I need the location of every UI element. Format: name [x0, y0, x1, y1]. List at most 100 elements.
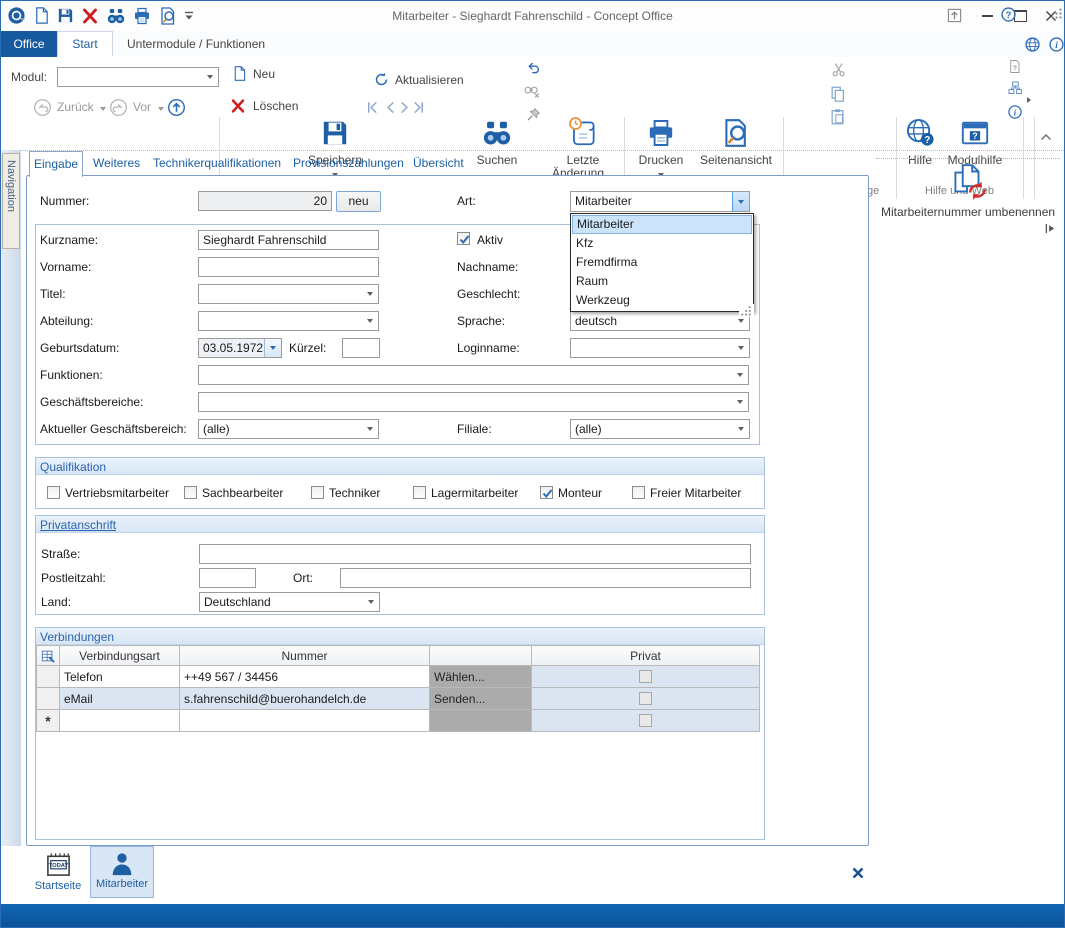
- dial-button[interactable]: Wählen...: [430, 666, 532, 688]
- delete-record-label[interactable]: Löschen: [253, 99, 298, 113]
- previous-record-icon[interactable]: [383, 100, 398, 115]
- postleitzahl-input[interactable]: [199, 568, 256, 588]
- filiale-dropdown[interactable]: (alle): [570, 419, 750, 439]
- sachbearbeiter-checkbox[interactable]: [184, 486, 197, 499]
- nummer-input[interactable]: 20: [198, 191, 332, 211]
- col-verbindungsart[interactable]: Verbindungsart: [60, 646, 180, 666]
- last-record-icon[interactable]: [411, 100, 426, 115]
- art-option[interactable]: Raum: [572, 272, 752, 291]
- form-tab-technikerqualifikationen[interactable]: Technikerqualifikationen: [149, 152, 285, 174]
- tab-untermodule[interactable]: Untermodule / Funktionen: [119, 31, 273, 57]
- copy-icon[interactable]: [829, 85, 847, 103]
- geschaeftsbereiche-dropdown[interactable]: [198, 392, 749, 412]
- taskbar-item-mitarbeiter[interactable]: Mitarbeiter: [90, 846, 154, 898]
- modul-dropdown[interactable]: [57, 67, 219, 87]
- next-record-icon[interactable]: [397, 100, 412, 115]
- doc-help-icon[interactable]: [1007, 59, 1022, 74]
- navigation-tab[interactable]: Navigation: [2, 153, 20, 249]
- expand-right-icon[interactable]: [1027, 97, 1031, 103]
- collapse-ribbon-icon[interactable]: [1040, 133, 1052, 141]
- taskbar-item-startseite[interactable]: Startseite: [29, 848, 87, 897]
- freier-mitarbeiter-checkbox[interactable]: [632, 486, 645, 499]
- statusbar-resize-grip-icon[interactable]: [1051, 7, 1063, 19]
- row-selector[interactable]: [37, 666, 60, 688]
- monteur-checkbox[interactable]: [540, 486, 553, 499]
- form-tab-eingabe[interactable]: Eingabe: [29, 151, 83, 177]
- paste-icon[interactable]: [829, 108, 847, 126]
- funktionen-dropdown[interactable]: [198, 365, 749, 385]
- cell-verbindungsart[interactable]: eMail: [60, 688, 180, 710]
- close-document-icon[interactable]: [852, 867, 864, 879]
- cell-nummer[interactable]: [180, 710, 430, 732]
- geburtsdatum-dropdown-icon[interactable]: [264, 339, 281, 357]
- table-new-row[interactable]: *: [37, 710, 760, 732]
- ribbon-info-icon[interactable]: [1007, 104, 1023, 120]
- cell-nummer[interactable]: s.fahrenschild@buerohandelch.de: [180, 688, 430, 710]
- first-record-icon[interactable]: [365, 100, 380, 115]
- art-option[interactable]: Werkzeug: [572, 291, 752, 310]
- tab-start[interactable]: Start: [57, 31, 113, 56]
- web-globe-icon[interactable]: [1024, 36, 1041, 53]
- forward-label[interactable]: Vor: [133, 100, 151, 114]
- new-record-label[interactable]: Neu: [253, 67, 275, 81]
- cell-nummer[interactable]: ++49 567 / 34456: [180, 666, 430, 688]
- col-nummer[interactable]: Nummer: [180, 646, 430, 666]
- back-icon[interactable]: [33, 98, 52, 117]
- privat-checkbox[interactable]: [639, 714, 652, 727]
- form-tab-weiteres[interactable]: Weiteres: [89, 152, 144, 174]
- form-tab-provisionszahlungen[interactable]: Provisionszahlungen: [289, 152, 408, 174]
- minimize-icon[interactable]: [973, 5, 1001, 26]
- popout-window-icon[interactable]: [942, 5, 966, 26]
- art-option[interactable]: Kfz: [572, 234, 752, 253]
- up-icon[interactable]: [167, 98, 186, 117]
- delete-record-icon[interactable]: [229, 97, 247, 115]
- submodule-icon[interactable]: [1007, 80, 1023, 96]
- table-row[interactable]: Telefon ++49 567 / 34456 Wählen...: [37, 666, 760, 688]
- form-tab-uebersicht[interactable]: Übersicht: [409, 152, 468, 174]
- back-dropdown-icon[interactable]: [100, 107, 106, 111]
- rename-employee-number-button[interactable]: Mitarbeiternummer umbenennen: [877, 161, 1059, 219]
- table-row[interactable]: eMail s.fahrenschild@buerohandelch.de Se…: [37, 688, 760, 710]
- col-action[interactable]: [430, 646, 532, 666]
- refresh-label[interactable]: Aktualisieren: [395, 73, 464, 87]
- privat-checkbox[interactable]: [639, 692, 652, 705]
- neu-button[interactable]: neu: [336, 191, 381, 212]
- list-resize-grip-icon[interactable]: [739, 304, 754, 317]
- cell-verbindungsart[interactable]: [60, 710, 180, 732]
- lagermitarbeiter-checkbox[interactable]: [413, 486, 426, 499]
- send-button[interactable]: Senden...: [430, 688, 532, 710]
- new-record-icon[interactable]: [231, 65, 248, 82]
- land-dropdown[interactable]: Deutschland: [199, 592, 380, 612]
- privatanschrift-link[interactable]: Privatanschrift: [40, 518, 116, 532]
- art-dropdown-button-icon[interactable]: [732, 192, 749, 211]
- undo-icon[interactable]: [525, 59, 542, 76]
- kurzname-input[interactable]: Sieghardt Fahrenschild: [198, 230, 379, 250]
- art-combobox[interactable]: Mitarbeiter: [570, 191, 750, 212]
- clear-search-icon[interactable]: [523, 82, 541, 100]
- privat-checkbox[interactable]: [639, 670, 652, 683]
- art-option[interactable]: Mitarbeiter: [572, 215, 752, 234]
- aktueller-geschaeftsbereich-dropdown[interactable]: (alle): [198, 419, 379, 439]
- help-circle-icon[interactable]: [1000, 6, 1017, 23]
- vertriebsmitarbeiter-checkbox[interactable]: [47, 486, 60, 499]
- art-option[interactable]: Fremdfirma: [572, 253, 752, 272]
- loginname-dropdown[interactable]: [570, 338, 750, 358]
- cut-icon[interactable]: [831, 61, 848, 78]
- vorname-input[interactable]: [198, 257, 379, 277]
- panel-expand-icon[interactable]: [1044, 223, 1057, 234]
- cell-verbindungsart[interactable]: Telefon: [60, 666, 180, 688]
- tab-office[interactable]: Office: [1, 31, 57, 57]
- ort-input[interactable]: [340, 568, 751, 588]
- techniker-checkbox[interactable]: [311, 486, 324, 499]
- kuerzel-input[interactable]: [342, 338, 380, 358]
- back-label[interactable]: Zurück: [57, 100, 94, 114]
- row-selector-header[interactable]: [37, 646, 60, 666]
- forward-icon[interactable]: [109, 98, 128, 117]
- aktiv-checkbox[interactable]: [457, 232, 470, 245]
- strasse-input[interactable]: [199, 544, 751, 564]
- titel-dropdown[interactable]: [198, 284, 379, 304]
- info-circle-icon[interactable]: [1048, 36, 1065, 53]
- row-selector[interactable]: [37, 688, 60, 710]
- geburtsdatum-input[interactable]: 03.05.1972: [198, 338, 282, 358]
- pin-icon[interactable]: [525, 106, 542, 123]
